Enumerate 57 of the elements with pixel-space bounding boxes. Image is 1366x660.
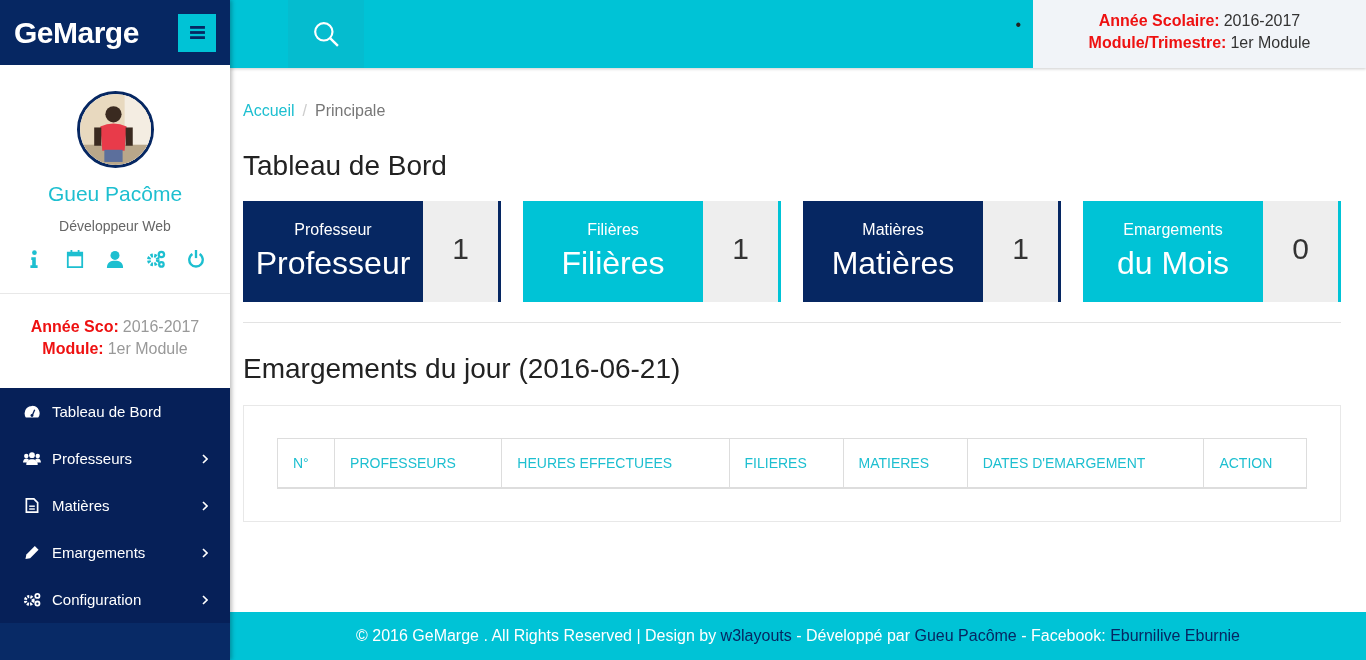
search-button[interactable]: [288, 0, 364, 68]
session-label: Année Scolaire:: [1098, 12, 1220, 29]
footer-link[interactable]: Eburnilive Eburnie: [1110, 627, 1240, 644]
column-header: FILIERES: [729, 438, 843, 488]
session-value: 2016-2017: [1223, 12, 1301, 29]
footer-text: © 2016 GeMarge . All Rights Reserved | Design by w3layouts - Développé par Gueu Pacôme - Facebook: Eburnilive Eburnie: [356, 627, 1240, 645]
session-value: 1er Module: [1230, 34, 1311, 51]
sidebar-item[interactable]: Configuration: [0, 576, 230, 623]
card-count: 1: [983, 201, 1061, 302]
menu-icon: [189, 26, 205, 39]
column-header: ACTION: [1203, 438, 1307, 488]
settings-icon[interactable]: [145, 250, 166, 268]
session-label: Module/Trimestre:: [1088, 34, 1227, 51]
column-header: N°: [277, 438, 335, 488]
column-header: MATIERES: [843, 438, 968, 488]
page-title: Tableau de Bord: [243, 150, 448, 182]
user-icon[interactable]: [105, 250, 125, 268]
card-caption: Professeur: [294, 221, 372, 239]
card-count: 1: [703, 201, 781, 302]
breadcrumb-separator: /: [302, 102, 308, 120]
document-icon: [23, 498, 41, 513]
bullet-mark: •: [1015, 16, 1021, 34]
session-value: 2016-2017: [122, 318, 200, 335]
card-caption: Matières: [862, 221, 924, 239]
profile-name: Gueu Pacôme: [47, 182, 183, 206]
session-label: Module:: [42, 340, 104, 357]
pencil-icon: [23, 545, 41, 560]
card-count: 0: [1263, 201, 1341, 302]
calendar-icon[interactable]: [64, 250, 85, 268]
users-icon: [23, 451, 41, 466]
menu-button[interactable]: [178, 13, 216, 52]
sidebar-item[interactable]: Professeurs: [0, 435, 230, 482]
gears-icon: [23, 592, 41, 607]
card-label: du Mois: [1116, 245, 1229, 282]
footer-link[interactable]: Gueu Pacôme: [914, 627, 1017, 644]
footer-link[interactable]: w3layouts: [720, 627, 792, 644]
gauge-icon: [23, 404, 41, 419]
card-caption: Emargements: [1123, 221, 1223, 239]
session-label: Année Sco:: [30, 318, 119, 335]
card-caption: Filières: [587, 221, 639, 239]
brand-title: GeMarge: [14, 15, 139, 50]
card-label: Filières: [561, 245, 665, 282]
sidebar-item[interactable]: Tableau de Bord: [0, 388, 230, 435]
sidebar-item[interactable]: Matières: [0, 482, 230, 529]
section-title: Emargements du jour (2016-06-21): [243, 353, 682, 385]
column-header: PROFESSEURS: [334, 438, 502, 488]
search-icon: [313, 21, 339, 47]
power-icon[interactable]: [186, 250, 206, 268]
session-value: 1er Module: [107, 340, 188, 357]
column-header: DATES D'EMARGEMENT: [967, 438, 1204, 488]
card-label: Professeur: [255, 245, 411, 282]
column-header: HEURES EFFECTUEES: [501, 438, 729, 488]
sidebar-item[interactable]: Emargements: [0, 529, 230, 576]
card-count: 1: [423, 201, 501, 302]
card-label: Matières: [831, 245, 955, 282]
breadcrumb-item: Principale: [315, 102, 386, 120]
profile-role: Développeur Web: [59, 218, 171, 234]
